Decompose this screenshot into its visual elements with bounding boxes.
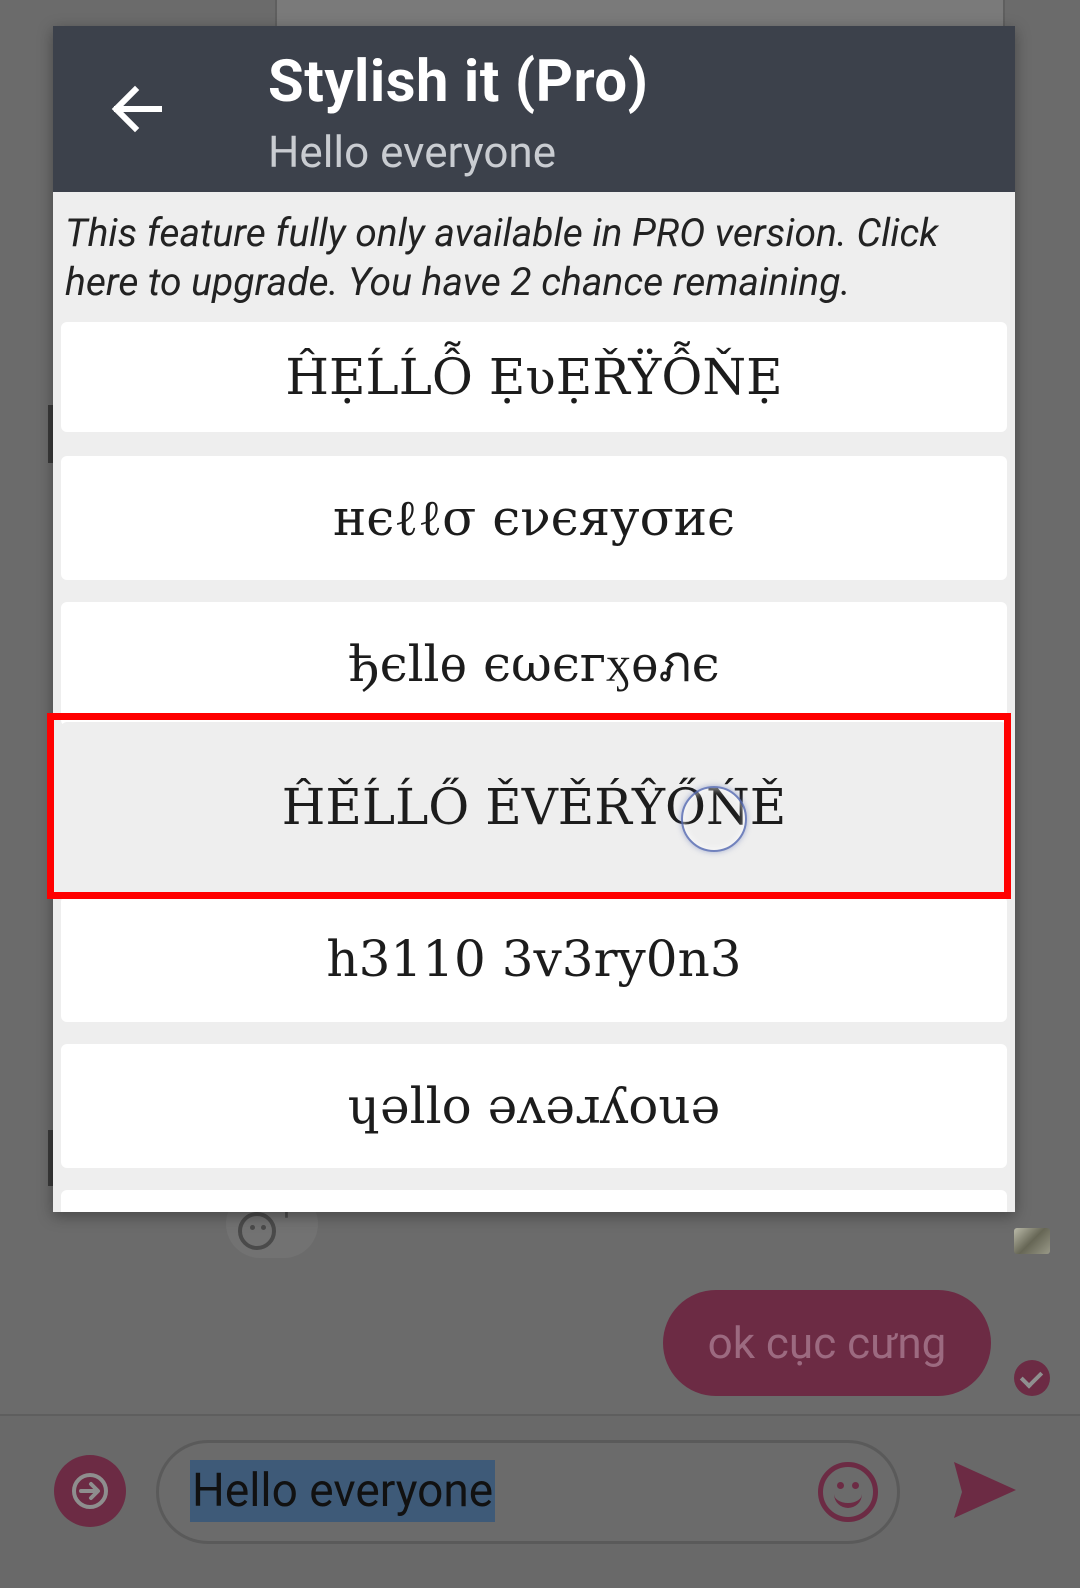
- outgoing-message-bubble[interactable]: ok cục cưng: [663, 1290, 991, 1396]
- check-circle-icon: [1014, 1360, 1050, 1396]
- style-option-selected[interactable]: ĤĚĹĹŐ ĚVĚŔŶŐŃĚ: [61, 722, 1007, 892]
- forward-button[interactable]: [54, 1455, 126, 1527]
- style-option[interactable]: h3110 3v3ry0n3: [61, 896, 1007, 1022]
- style-option[interactable]: ĤẸĹĹỖ ẸʋẸŘŸỖŇẸ: [61, 322, 1007, 432]
- style-option-partial[interactable]: [61, 1190, 1007, 1212]
- dialog-title: Stylish it (Pro): [268, 48, 649, 116]
- stylish-dialog: Stylish it (Pro) Hello everyone This fea…: [53, 26, 1015, 1212]
- dialog-subtitle: Hello everyone: [268, 126, 557, 178]
- style-option[interactable]: ɥǝllo ǝʌǝɹʎouǝ: [61, 1044, 1007, 1168]
- upgrade-notice-link[interactable]: This feature fully only available in PRO…: [65, 209, 1005, 307]
- arrow-left-icon[interactable]: [109, 82, 163, 136]
- style-option[interactable]: нєℓℓσ єνєяуσиє: [61, 456, 1007, 580]
- avatar: [1014, 1228, 1050, 1254]
- arrow-right-circle-icon: [72, 1473, 108, 1509]
- send-icon[interactable]: [948, 1454, 1020, 1526]
- add-emoji-icon: [238, 1212, 276, 1250]
- dialog-header: Stylish it (Pro) Hello everyone: [53, 26, 1015, 192]
- message-input-text[interactable]: Hello everyone: [190, 1460, 496, 1522]
- style-option[interactable]: ђєllѳ єωєгӽѳภє: [61, 602, 1007, 726]
- smiley-icon[interactable]: [818, 1462, 878, 1522]
